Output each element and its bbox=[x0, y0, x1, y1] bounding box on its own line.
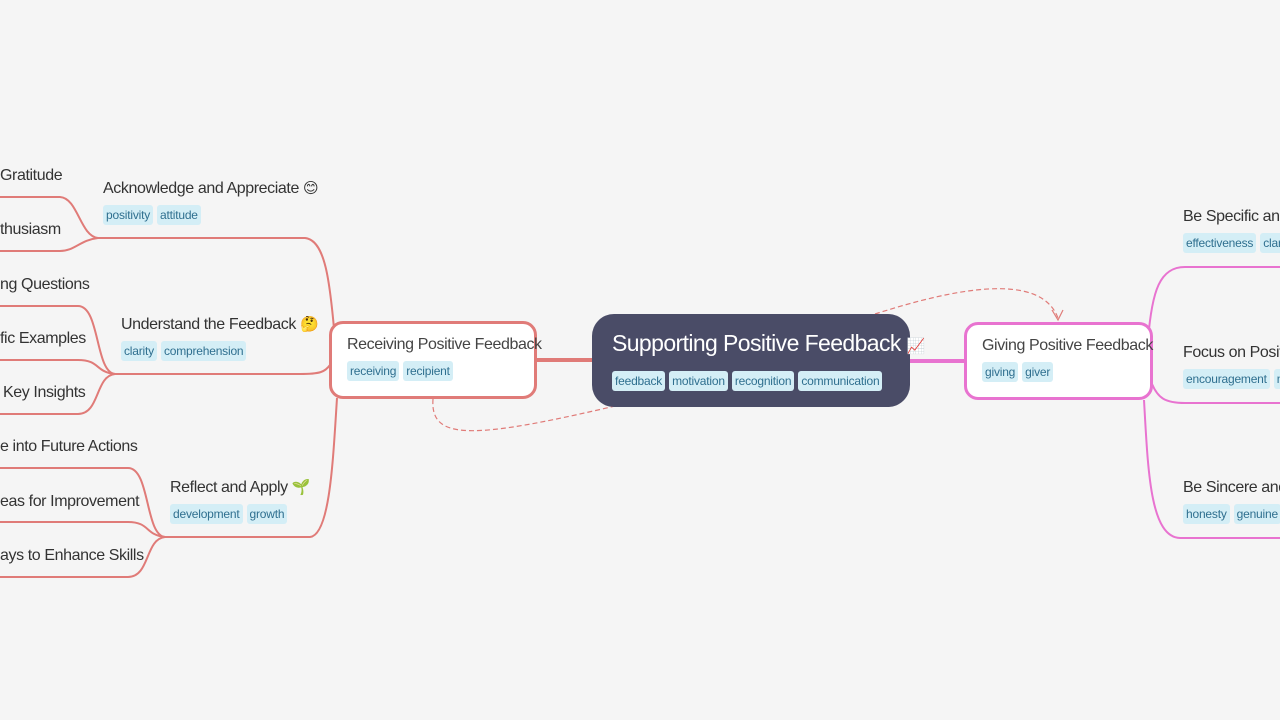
root-topic[interactable]: Supporting Positive Feedback 📈 feedback … bbox=[592, 314, 925, 407]
tag[interactable]: development bbox=[170, 504, 243, 524]
branch-title: Giving Positive Feedback bbox=[982, 337, 1153, 354]
tag[interactable]: giving bbox=[982, 362, 1019, 382]
mindmap-canvas[interactable]: Supporting Positive Feedback 📈 feedback … bbox=[0, 0, 1280, 720]
tag[interactable]: attitude bbox=[157, 205, 201, 225]
branch-tags: receiving recipient bbox=[347, 361, 534, 381]
tag[interactable]: growth bbox=[246, 504, 288, 524]
subtopic-title: Be Sincere and A bbox=[1183, 479, 1280, 496]
branch-tags: giving giver bbox=[982, 362, 1150, 382]
tag[interactable]: communication bbox=[798, 371, 883, 391]
leaf-topic[interactable]: Key Insights bbox=[3, 382, 86, 404]
subtopic-title: Reflect and Apply bbox=[170, 479, 288, 496]
tag[interactable]: clarit bbox=[1260, 233, 1280, 253]
subtopic-understand-the-feedback[interactable]: Understand the Feedback 🤔 clarity compre… bbox=[121, 314, 319, 361]
relationship-line-receiving-to-root bbox=[432, 398, 616, 432]
subtopic-acknowledge-and-appreciate[interactable]: Acknowledge and Appreciate 😊 positivity … bbox=[103, 178, 319, 225]
subtopic-title: Focus on Positiv bbox=[1183, 344, 1280, 361]
subtopic-title: Acknowledge and Appreciate bbox=[103, 180, 299, 197]
tag[interactable]: giver bbox=[1022, 362, 1054, 382]
tag[interactable]: receiving bbox=[347, 361, 400, 381]
relationship-arrowhead bbox=[1051, 309, 1064, 322]
subtopic-reflect-and-apply[interactable]: Reflect and Apply 🌱 development growth bbox=[170, 477, 310, 524]
leaf-topic[interactable]: e into Future Actions bbox=[0, 436, 138, 458]
leaf-connector bbox=[0, 359, 116, 375]
left-to-understand-connector bbox=[115, 364, 331, 375]
right-to-specific-connector bbox=[1147, 266, 1280, 341]
tag[interactable]: genuine bbox=[1233, 504, 1280, 524]
tag[interactable]: clarity bbox=[121, 341, 157, 361]
subtopic-title: Understand the Feedback bbox=[121, 316, 296, 333]
leaf-topic[interactable]: Gratitude bbox=[0, 165, 63, 187]
chart-increasing-icon: 📈 bbox=[906, 338, 926, 355]
leaf-connector bbox=[0, 521, 166, 538]
tag[interactable]: feedback bbox=[612, 371, 666, 391]
branch-title: Receiving Positive Feedback bbox=[347, 336, 542, 353]
tag[interactable]: m bbox=[1273, 369, 1280, 389]
leaf-topic[interactable]: ays to Enhance Skills bbox=[0, 545, 144, 567]
tag[interactable]: positivity bbox=[103, 205, 154, 225]
smiling-face-icon: 😊 bbox=[303, 180, 319, 197]
tag[interactable]: recognition bbox=[731, 371, 795, 391]
subtopic-focus-on-positive[interactable]: Focus on Positiv encouragement m bbox=[1183, 342, 1280, 389]
seedling-icon: 🌱 bbox=[291, 479, 311, 496]
thinking-face-icon: 🤔 bbox=[299, 316, 319, 333]
tag[interactable]: effectiveness bbox=[1183, 233, 1257, 253]
tag[interactable]: recipient bbox=[403, 361, 453, 381]
root-title: Supporting Positive Feedback bbox=[612, 330, 901, 356]
leaf-topic[interactable]: fic Examples bbox=[0, 328, 86, 350]
leaf-topic[interactable]: thusiasm bbox=[0, 219, 61, 241]
leaf-topic[interactable]: ng Questions bbox=[0, 274, 90, 296]
tag[interactable]: motivation bbox=[669, 371, 728, 391]
subtopic-be-sincere[interactable]: Be Sincere and A honesty genuine bbox=[1183, 477, 1280, 524]
root-tags: feedback motivation recognition communic… bbox=[612, 371, 910, 391]
branch-giving-positive-feedback[interactable]: Giving Positive Feedback giving giver bbox=[964, 322, 1153, 400]
tag[interactable]: honesty bbox=[1183, 504, 1230, 524]
tag[interactable]: encouragement bbox=[1183, 369, 1270, 389]
branch-receiving-positive-feedback[interactable]: Receiving Positive Feedback receiving re… bbox=[329, 321, 542, 399]
subtopic-be-specific[interactable]: Be Specific and T effectiveness clarit bbox=[1183, 206, 1280, 253]
tag[interactable]: comprehension bbox=[160, 341, 247, 361]
subtopic-title: Be Specific and T bbox=[1183, 208, 1280, 225]
relationship-line-root-to-giving bbox=[874, 288, 1059, 319]
leaf-topic[interactable]: eas for Improvement bbox=[0, 491, 140, 513]
